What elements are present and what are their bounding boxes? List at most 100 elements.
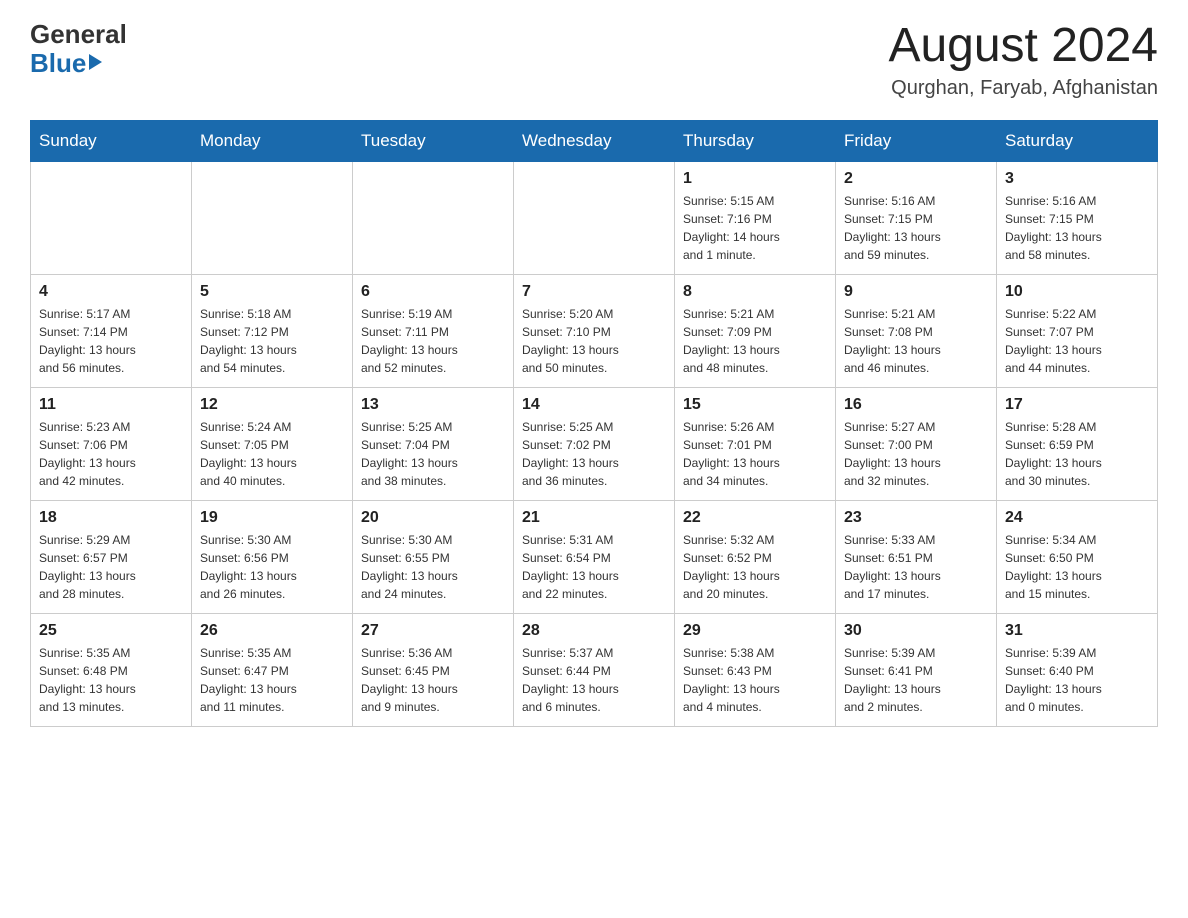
day-number: 6 bbox=[361, 283, 505, 301]
calendar-cell: 15 Sunrise: 5:26 AM Sunset: 7:01 PM Dayli… bbox=[675, 387, 836, 500]
calendar-cell: 23 Sunrise: 5:33 AM Sunset: 6:51 PM Dayli… bbox=[836, 500, 997, 613]
header-tuesday: Tuesday bbox=[353, 120, 514, 161]
calendar-cell: 1Sunrise: 5:15 AM Sunset: 7:16 PM Daylig… bbox=[675, 161, 836, 274]
logo: General Blue bbox=[30, 20, 127, 77]
day-number: 3 bbox=[1005, 170, 1149, 188]
day-info: Sunrise: 5:33 AM Sunset: 6:51 PM Dayligh… bbox=[844, 531, 988, 603]
calendar-week-5: 25Sunrise: 5:35 AM Sunset: 6:48 PM Dayli… bbox=[31, 613, 1158, 726]
day-info: Sunrise: 5:25 AM Sunset: 7:04 PM Dayligh… bbox=[361, 418, 505, 490]
day-info: Sunrise: 5:26 AM Sunset: 7:01 PM Dayligh… bbox=[683, 418, 827, 490]
day-info: Sunrise: 5:25 AM Sunset: 7:02 PM Dayligh… bbox=[522, 418, 666, 490]
calendar-cell: 25Sunrise: 5:35 AM Sunset: 6:48 PM Dayli… bbox=[31, 613, 192, 726]
calendar-cell: 8 Sunrise: 5:21 AM Sunset: 7:09 PM Daylig… bbox=[675, 274, 836, 387]
calendar-cell bbox=[514, 161, 675, 274]
header-thursday: Thursday bbox=[675, 120, 836, 161]
day-info: Sunrise: 5:28 AM Sunset: 6:59 PM Dayligh… bbox=[1005, 418, 1149, 490]
calendar-cell: 6 Sunrise: 5:19 AM Sunset: 7:11 PM Daylig… bbox=[353, 274, 514, 387]
day-number: 8 bbox=[683, 283, 827, 301]
day-info: Sunrise: 5:23 AM Sunset: 7:06 PM Dayligh… bbox=[39, 418, 183, 490]
day-info: Sunrise: 5:34 AM Sunset: 6:50 PM Dayligh… bbox=[1005, 531, 1149, 603]
logo-general: General bbox=[30, 20, 127, 49]
day-number: 9 bbox=[844, 283, 988, 301]
day-info: Sunrise: 5:22 AM Sunset: 7:07 PM Dayligh… bbox=[1005, 305, 1149, 377]
day-info: Sunrise: 5:30 AM Sunset: 6:55 PM Dayligh… bbox=[361, 531, 505, 603]
day-number: 1 bbox=[683, 170, 827, 188]
day-info: Sunrise: 5:21 AM Sunset: 7:08 PM Dayligh… bbox=[844, 305, 988, 377]
calendar-week-3: 11 Sunrise: 5:23 AM Sunset: 7:06 PM Dayli… bbox=[31, 387, 1158, 500]
day-number: 27 bbox=[361, 622, 505, 640]
calendar-table: SundayMondayTuesdayWednesdayThursdayFrid… bbox=[30, 120, 1158, 727]
day-info: Sunrise: 5:38 AM Sunset: 6:43 PM Dayligh… bbox=[683, 644, 827, 716]
day-number: 13 bbox=[361, 396, 505, 414]
day-number: 17 bbox=[1005, 396, 1149, 414]
calendar-cell: 17 Sunrise: 5:28 AM Sunset: 6:59 PM Dayli… bbox=[997, 387, 1158, 500]
day-info: Sunrise: 5:17 AM Sunset: 7:14 PM Dayligh… bbox=[39, 305, 183, 377]
calendar-cell: 4Sunrise: 5:17 AM Sunset: 7:14 PM Daylig… bbox=[31, 274, 192, 387]
calendar-cell: 18Sunrise: 5:29 AM Sunset: 6:57 PM Dayli… bbox=[31, 500, 192, 613]
day-info: Sunrise: 5:27 AM Sunset: 7:00 PM Dayligh… bbox=[844, 418, 988, 490]
day-number: 16 bbox=[844, 396, 988, 414]
day-info: Sunrise: 5:19 AM Sunset: 7:11 PM Dayligh… bbox=[361, 305, 505, 377]
day-number: 15 bbox=[683, 396, 827, 414]
day-info: Sunrise: 5:21 AM Sunset: 7:09 PM Dayligh… bbox=[683, 305, 827, 377]
calendar-cell bbox=[192, 161, 353, 274]
day-info: Sunrise: 5:31 AM Sunset: 6:54 PM Dayligh… bbox=[522, 531, 666, 603]
day-info: Sunrise: 5:30 AM Sunset: 6:56 PM Dayligh… bbox=[200, 531, 344, 603]
calendar-cell: 7Sunrise: 5:20 AM Sunset: 7:10 PM Daylig… bbox=[514, 274, 675, 387]
calendar-week-4: 18Sunrise: 5:29 AM Sunset: 6:57 PM Dayli… bbox=[31, 500, 1158, 613]
calendar-header-row: SundayMondayTuesdayWednesdayThursdayFrid… bbox=[31, 120, 1158, 161]
month-title: August 2024 bbox=[888, 20, 1158, 73]
calendar-cell: 24 Sunrise: 5:34 AM Sunset: 6:50 PM Dayli… bbox=[997, 500, 1158, 613]
day-number: 25 bbox=[39, 622, 183, 640]
day-info: Sunrise: 5:36 AM Sunset: 6:45 PM Dayligh… bbox=[361, 644, 505, 716]
day-info: Sunrise: 5:39 AM Sunset: 6:40 PM Dayligh… bbox=[1005, 644, 1149, 716]
calendar-cell: 5 Sunrise: 5:18 AM Sunset: 7:12 PM Daylig… bbox=[192, 274, 353, 387]
calendar-cell: 2 Sunrise: 5:16 AM Sunset: 7:15 PM Daylig… bbox=[836, 161, 997, 274]
day-info: Sunrise: 5:24 AM Sunset: 7:05 PM Dayligh… bbox=[200, 418, 344, 490]
day-info: Sunrise: 5:16 AM Sunset: 7:15 PM Dayligh… bbox=[1005, 192, 1149, 264]
day-number: 26 bbox=[200, 622, 344, 640]
day-number: 14 bbox=[522, 396, 666, 414]
location: Qurghan, Faryab, Afghanistan bbox=[888, 77, 1158, 100]
day-info: Sunrise: 5:20 AM Sunset: 7:10 PM Dayligh… bbox=[522, 305, 666, 377]
day-number: 11 bbox=[39, 396, 183, 414]
calendar-cell: 22Sunrise: 5:32 AM Sunset: 6:52 PM Dayli… bbox=[675, 500, 836, 613]
day-number: 24 bbox=[1005, 509, 1149, 527]
day-info: Sunrise: 5:18 AM Sunset: 7:12 PM Dayligh… bbox=[200, 305, 344, 377]
calendar-cell: 14 Sunrise: 5:25 AM Sunset: 7:02 PM Dayli… bbox=[514, 387, 675, 500]
calendar-cell: 20 Sunrise: 5:30 AM Sunset: 6:55 PM Dayli… bbox=[353, 500, 514, 613]
title-section: August 2024 Qurghan, Faryab, Afghanistan bbox=[888, 20, 1158, 100]
calendar-cell: 30Sunrise: 5:39 AM Sunset: 6:41 PM Dayli… bbox=[836, 613, 997, 726]
day-number: 10 bbox=[1005, 283, 1149, 301]
calendar-cell: 28Sunrise: 5:37 AM Sunset: 6:44 PM Dayli… bbox=[514, 613, 675, 726]
header-saturday: Saturday bbox=[997, 120, 1158, 161]
calendar-cell: 21 Sunrise: 5:31 AM Sunset: 6:54 PM Dayli… bbox=[514, 500, 675, 613]
day-number: 2 bbox=[844, 170, 988, 188]
day-info: Sunrise: 5:32 AM Sunset: 6:52 PM Dayligh… bbox=[683, 531, 827, 603]
calendar-cell: 11 Sunrise: 5:23 AM Sunset: 7:06 PM Dayli… bbox=[31, 387, 192, 500]
day-number: 18 bbox=[39, 509, 183, 527]
day-info: Sunrise: 5:35 AM Sunset: 6:47 PM Dayligh… bbox=[200, 644, 344, 716]
logo-blue: Blue bbox=[30, 49, 86, 78]
day-number: 31 bbox=[1005, 622, 1149, 640]
calendar-cell: 12Sunrise: 5:24 AM Sunset: 7:05 PM Dayli… bbox=[192, 387, 353, 500]
calendar-cell: 13 Sunrise: 5:25 AM Sunset: 7:04 PM Dayli… bbox=[353, 387, 514, 500]
day-number: 21 bbox=[522, 509, 666, 527]
day-info: Sunrise: 5:16 AM Sunset: 7:15 PM Dayligh… bbox=[844, 192, 988, 264]
calendar-cell bbox=[31, 161, 192, 274]
calendar-cell: 27 Sunrise: 5:36 AM Sunset: 6:45 PM Dayli… bbox=[353, 613, 514, 726]
header-monday: Monday bbox=[192, 120, 353, 161]
day-number: 19 bbox=[200, 509, 344, 527]
day-number: 20 bbox=[361, 509, 505, 527]
day-number: 5 bbox=[200, 283, 344, 301]
calendar-cell: 26 Sunrise: 5:35 AM Sunset: 6:47 PM Dayli… bbox=[192, 613, 353, 726]
calendar-cell: 9 Sunrise: 5:21 AM Sunset: 7:08 PM Daylig… bbox=[836, 274, 997, 387]
calendar-cell: 3 Sunrise: 5:16 AM Sunset: 7:15 PM Daylig… bbox=[997, 161, 1158, 274]
day-info: Sunrise: 5:37 AM Sunset: 6:44 PM Dayligh… bbox=[522, 644, 666, 716]
calendar-cell: 19 Sunrise: 5:30 AM Sunset: 6:56 PM Dayli… bbox=[192, 500, 353, 613]
calendar-cell: 16 Sunrise: 5:27 AM Sunset: 7:00 PM Dayli… bbox=[836, 387, 997, 500]
calendar-week-1: 1Sunrise: 5:15 AM Sunset: 7:16 PM Daylig… bbox=[31, 161, 1158, 274]
day-number: 23 bbox=[844, 509, 988, 527]
calendar-cell: 10 Sunrise: 5:22 AM Sunset: 7:07 PM Dayli… bbox=[997, 274, 1158, 387]
calendar-cell: 29Sunrise: 5:38 AM Sunset: 6:43 PM Dayli… bbox=[675, 613, 836, 726]
